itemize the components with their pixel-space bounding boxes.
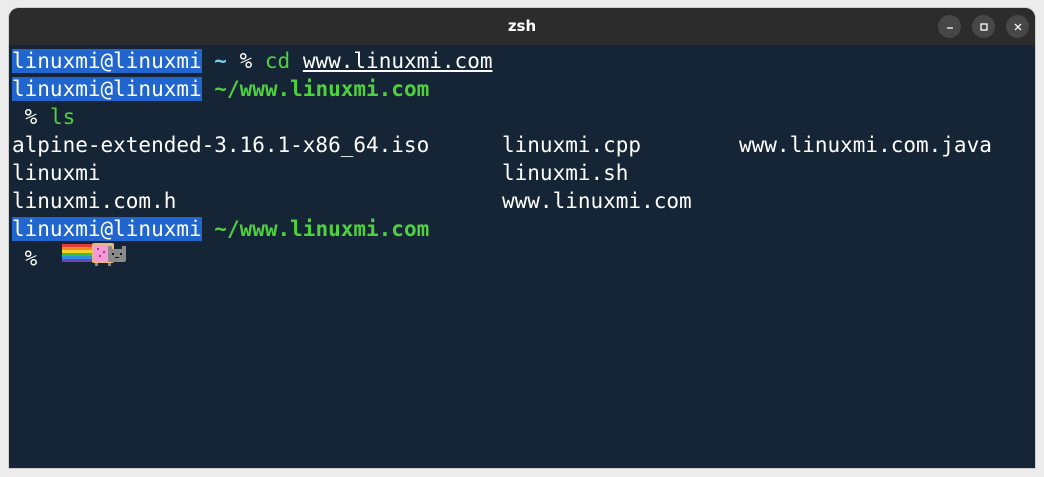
file-name: linuxmi bbox=[12, 161, 101, 185]
minimize-icon bbox=[946, 26, 953, 29]
file-name: linuxmi.com.h bbox=[12, 189, 177, 213]
prompt-line-1: linuxmi@linuxmi ~ % cd www.linuxmi.com bbox=[12, 47, 1035, 75]
command-line-2: % ls bbox=[12, 103, 1035, 131]
ls-output-row: linuxmi.com.h www.linuxmi.com bbox=[12, 187, 1035, 215]
command-line-3: % bbox=[12, 243, 1035, 271]
ls-output-row: alpine-extended-3.16.1-x86_64.iso linuxm… bbox=[12, 131, 1035, 159]
command-argument: www.linuxmi.com bbox=[302, 49, 493, 73]
file-name: linuxmi.cpp bbox=[502, 133, 642, 157]
prompt-symbol: % bbox=[12, 105, 50, 129]
file-name: linuxmi.sh bbox=[502, 161, 629, 185]
close-button[interactable] bbox=[1006, 15, 1029, 38]
maximize-button[interactable] bbox=[972, 15, 995, 38]
prompt-cwd: ~/www.linuxmi.com bbox=[201, 77, 430, 101]
file-name: www.linuxmi.com.java bbox=[739, 133, 992, 157]
maximize-icon bbox=[979, 22, 988, 31]
window-controls bbox=[938, 15, 1029, 38]
close-icon bbox=[1014, 23, 1021, 30]
terminal-window: zsh linuxmi@linuxmi ~ % cd www.linuxmi.c… bbox=[9, 8, 1035, 468]
prompt-symbol: % bbox=[12, 246, 50, 271]
prompt-cwd: ~ bbox=[201, 49, 240, 73]
ls-output-row: linuxmi linuxmi.sh bbox=[12, 159, 1035, 187]
prompt-cwd: ~/www.linuxmi.com bbox=[201, 217, 430, 241]
window-title: zsh bbox=[507, 17, 537, 35]
prompt-symbol: % bbox=[239, 49, 265, 73]
prompt-line-2: linuxmi@linuxmi ~/www.linuxmi.com bbox=[12, 75, 1035, 103]
minimize-button[interactable] bbox=[938, 15, 961, 38]
terminal-area[interactable]: linuxmi@linuxmi ~ % cd www.linuxmi.com l… bbox=[12, 47, 1035, 468]
prompt-line-3: linuxmi@linuxmi ~/www.linuxmi.com bbox=[12, 215, 1035, 243]
file-name: alpine-extended-3.16.1-x86_64.iso bbox=[12, 133, 430, 157]
nyan-cat-icon bbox=[61, 241, 130, 274]
file-name: www.linuxmi.com bbox=[502, 189, 692, 213]
prompt-user: linuxmi@linuxmi bbox=[12, 77, 202, 101]
title-bar[interactable]: zsh bbox=[9, 8, 1035, 45]
command-text: cd bbox=[264, 49, 291, 73]
prompt-user: linuxmi@linuxmi bbox=[12, 217, 202, 241]
prompt-user: linuxmi@linuxmi bbox=[12, 49, 202, 73]
command-text: ls bbox=[49, 105, 76, 129]
